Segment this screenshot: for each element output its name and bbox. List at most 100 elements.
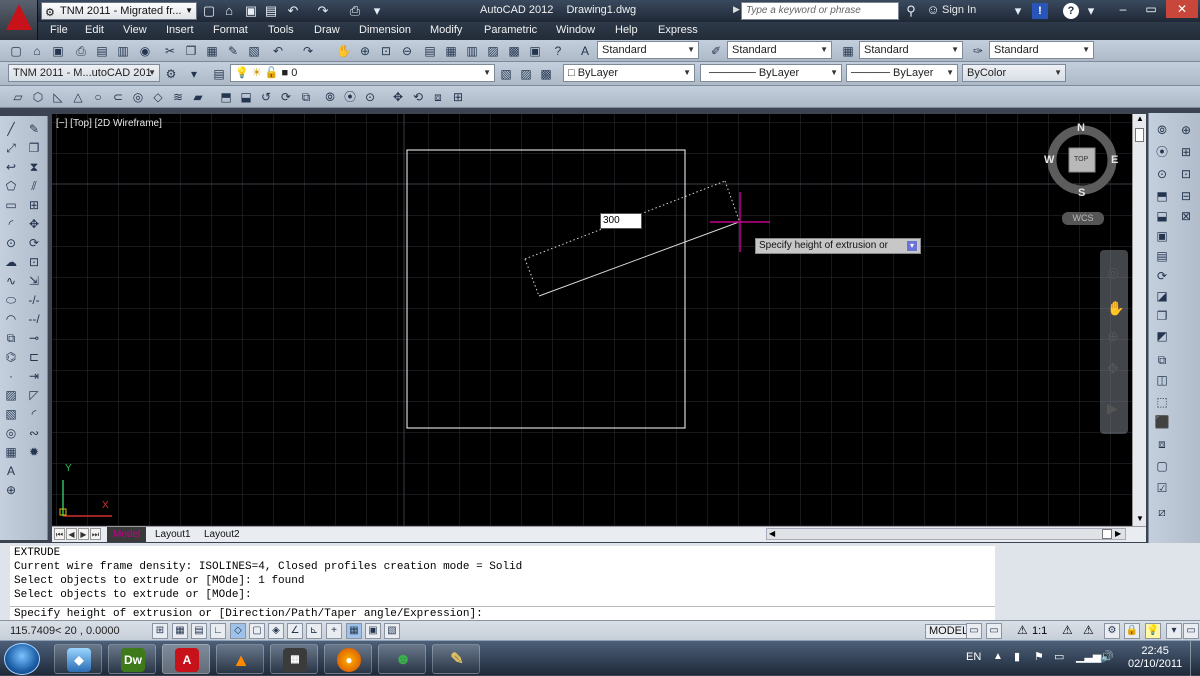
layer-previous-icon[interactable]: ▨ — [518, 66, 534, 82]
sphere-icon[interactable]: ○ — [90, 89, 106, 105]
help-icon[interactable]: ? — [1063, 3, 1079, 19]
menu-format[interactable]: Format — [213, 24, 248, 36]
scale-icon[interactable]: ⊡ — [25, 253, 43, 271]
cut-icon[interactable]: ✂ — [162, 43, 178, 59]
trim-icon[interactable]: -/- — [25, 291, 43, 309]
zoom-out-icon[interactable]: ⊟ — [1177, 187, 1195, 205]
subtract-icon[interactable]: ⦿ — [342, 89, 358, 105]
join-icon[interactable]: ⇥ — [25, 367, 43, 385]
erase-icon[interactable]: ✎ — [25, 120, 43, 138]
wcs-menu[interactable]: WCS — [1062, 212, 1104, 225]
slice-icon[interactable]: ⧄ — [1153, 503, 1171, 521]
circle-icon[interactable]: ⊙ — [2, 234, 20, 252]
insert-block-icon[interactable]: ⧉ — [2, 329, 20, 347]
ortho-mode-icon[interactable]: ∟ — [210, 623, 226, 639]
copy-object-icon[interactable]: ❐ — [25, 139, 43, 157]
menu-insert[interactable]: Insert — [166, 24, 194, 36]
revision-cloud-icon[interactable]: ☁ — [2, 253, 20, 271]
zoom-window-icon[interactable]: ⊡ — [378, 43, 394, 59]
table-style-icon[interactable]: ▦ — [840, 43, 856, 59]
scroll-up-icon[interactable]: ▲ — [1136, 114, 1144, 123]
flag-icon[interactable]: ⚑ — [1034, 650, 1044, 663]
polar-tracking-icon[interactable]: ◇ — [230, 623, 246, 639]
hatch-icon[interactable]: ▨ — [2, 386, 20, 404]
lineweight-select[interactable]: ───── ByLayer ▼ — [846, 64, 958, 82]
lineweight-icon[interactable]: ▦ — [346, 623, 362, 639]
torus-icon[interactable]: ◎ — [130, 89, 146, 105]
menu-express[interactable]: Express — [658, 24, 698, 36]
taskbar-firefox[interactable]: ● — [324, 644, 372, 674]
3d-object-snap-icon[interactable]: ◈ — [268, 623, 284, 639]
pan-icon[interactable]: ✋ — [1107, 300, 1124, 317]
gear-icon[interactable]: ⚙ — [163, 66, 179, 82]
layer-select[interactable]: 💡 ☀ 🔓 ■ 0 ▼ — [230, 64, 495, 82]
plotstyle-select[interactable]: ByColor ▼ — [962, 64, 1066, 82]
offset-icon[interactable]: ⫽ — [25, 177, 43, 195]
scroll-right-icon[interactable]: ▶ — [1115, 529, 1121, 538]
help-icon[interactable]: ? — [550, 43, 566, 59]
text-style-icon[interactable]: A — [577, 43, 593, 59]
zoom-extents-icon[interactable]: ⊞ — [1177, 143, 1195, 161]
compass-north[interactable]: N — [1077, 122, 1085, 134]
menu-tools[interactable]: Tools — [268, 24, 294, 36]
zoom-icon[interactable]: ⊕ — [1177, 121, 1195, 139]
zoom-realtime-icon[interactable]: ⊕ — [357, 43, 373, 59]
ellipse-arc-icon[interactable]: ◠ — [2, 310, 20, 328]
plot-icon[interactable]: ⎙ — [347, 3, 363, 19]
annotation-visibility-icon[interactable]: ⚠ — [1062, 623, 1073, 637]
scroll-left-icon[interactable]: ◀ — [769, 529, 775, 538]
extrude-icon[interactable]: ⬒ — [218, 89, 234, 105]
menu-help[interactable]: Help — [615, 24, 638, 36]
quick-view-drawings-icon[interactable]: ▭ — [986, 623, 1002, 639]
3d-align-icon[interactable]: ⧈ — [430, 89, 446, 105]
maximize-button[interactable]: ▭ — [1138, 0, 1164, 18]
annotation-scale-icon[interactable]: ⚠ — [1017, 623, 1028, 637]
table-style-select[interactable]: Standard ▼ — [859, 41, 963, 59]
paste-icon[interactable]: ▦ — [204, 43, 220, 59]
volume-icon[interactable]: 🔊 — [1100, 650, 1114, 663]
arc-icon[interactable]: ◜ — [2, 215, 20, 233]
delete-faces-icon[interactable]: ▤ — [1153, 247, 1171, 265]
auto-scale-icon[interactable]: ⚠ — [1083, 623, 1094, 637]
tab-layout1[interactable]: Layout1 — [149, 527, 197, 542]
imprint-icon[interactable]: ⬚ — [1153, 393, 1171, 411]
vertical-scrollbar[interactable]: ▲ ▼ — [1132, 114, 1146, 526]
pyramid-icon[interactable]: ◇ — [150, 89, 166, 105]
chevron-down-icon[interactable]: ▾ — [1010, 3, 1026, 19]
separate-icon[interactable]: ⧈ — [1153, 435, 1171, 453]
first-tab-icon[interactable]: ⏮ — [54, 528, 65, 540]
show-hidden-icons-icon[interactable]: ▲ — [993, 651, 1003, 662]
dimension-style-select[interactable]: Standard ▼ — [727, 41, 832, 59]
stretch-icon[interactable]: ⇲ — [25, 272, 43, 290]
new-icon[interactable]: ▢ — [201, 3, 217, 19]
navigation-bar[interactable]: ◎ ✋ ⊕ ✥ ▶ — [1100, 250, 1128, 434]
box-icon[interactable]: ⬡ — [30, 89, 46, 105]
copy-icon[interactable]: ❐ — [183, 43, 199, 59]
layer-state-icon[interactable]: ▩ — [538, 66, 554, 82]
extend-icon[interactable]: --/ — [25, 310, 43, 328]
layer-properties-icon[interactable]: ▤ — [211, 66, 227, 82]
coordinate-readout[interactable]: 115.7409< 20 , 0.0000 — [10, 625, 120, 637]
binoculars-icon[interactable]: ⚲ — [903, 3, 919, 19]
zoom-in-icon[interactable]: ⊡ — [1177, 165, 1195, 183]
object-snap-tracking-icon[interactable]: ∠ — [287, 623, 303, 639]
tab-layout2[interactable]: Layout2 — [198, 527, 246, 542]
plot-preview-icon[interactable]: ▤ — [94, 43, 110, 59]
chevron-down-icon[interactable]: ▾ — [1083, 3, 1099, 19]
prompt-options-icon[interactable]: ▾ — [907, 241, 917, 251]
menu-modify[interactable]: Modify — [430, 24, 462, 36]
dynamic-input-icon[interactable]: + — [326, 623, 342, 639]
taskbar-autocad[interactable]: A — [162, 644, 210, 674]
publish-icon[interactable]: ▥ — [115, 43, 131, 59]
quick-properties-icon[interactable]: ▧ — [384, 623, 400, 639]
steering-wheel-icon[interactable]: ◎ — [1107, 264, 1119, 281]
polyline-icon[interactable]: ↩ — [2, 158, 20, 176]
taskbar-dreamweaver[interactable]: Dw — [108, 644, 156, 674]
array-icon[interactable]: ⊞ — [25, 196, 43, 214]
cylinder-icon[interactable]: ⊂ — [110, 89, 126, 105]
quick-access-menu-icon[interactable]: ▾ — [369, 3, 385, 19]
shell-icon[interactable]: ▢ — [1153, 457, 1171, 475]
3d-array-icon[interactable]: ⊞ — [450, 89, 466, 105]
battery-icon[interactable]: ▮ — [1014, 650, 1020, 663]
taskbar-media-player[interactable]: ▦ — [270, 644, 318, 674]
